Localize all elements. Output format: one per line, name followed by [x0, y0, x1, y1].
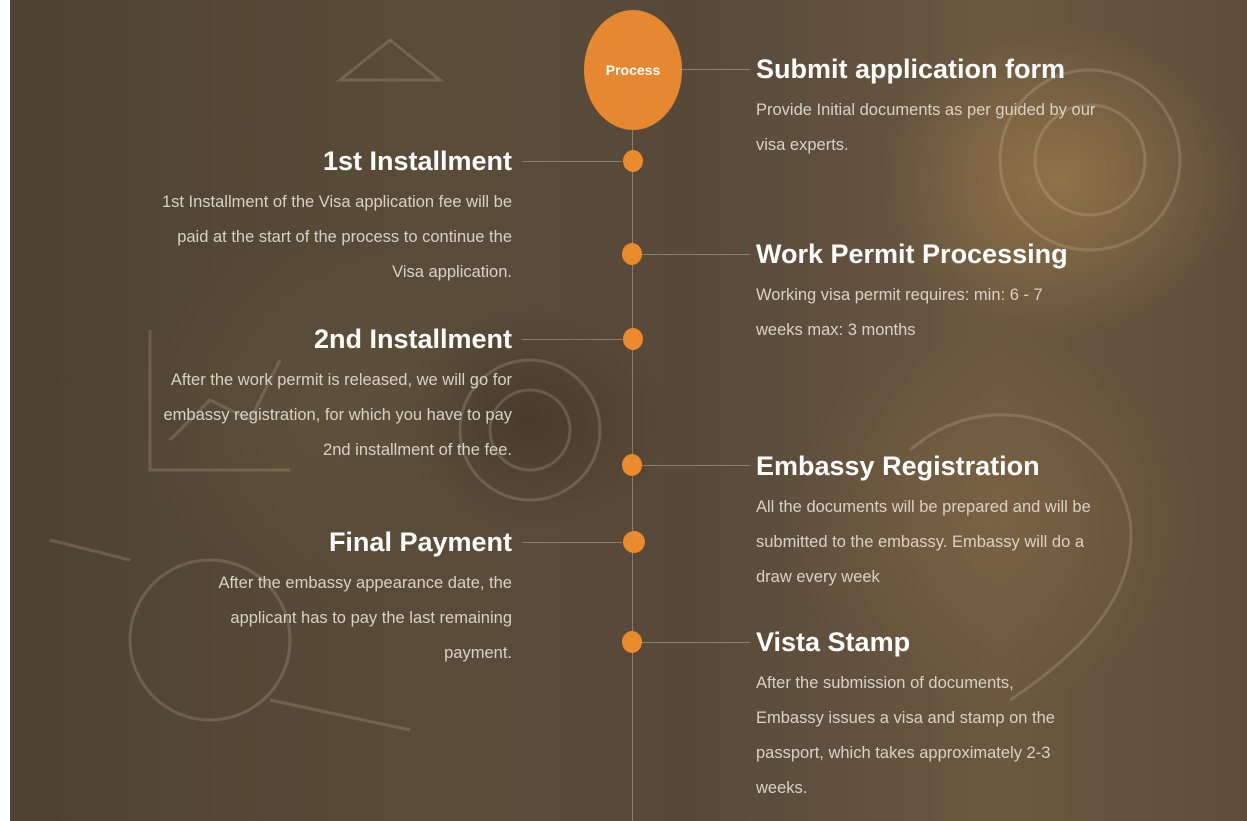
step-title: 1st Installment — [322, 146, 512, 176]
process-badge: Process — [584, 10, 682, 130]
step-title: 2nd Installment — [313, 324, 512, 354]
process-section: Process 1st Installment 1st Installment … — [10, 0, 1247, 821]
timeline-dot — [623, 328, 643, 350]
step-final-payment: Final Payment After the embassy appearan… — [195, 526, 512, 671]
timeline-dot — [622, 243, 642, 265]
step-submit-application: Submit application form Provide Initial … — [756, 53, 1106, 163]
process-badge-label: Process — [605, 62, 661, 78]
step-embassy-registration: Embassy Registration All the documents w… — [756, 450, 1106, 595]
timeline-dot — [623, 150, 643, 172]
connector-right-3 — [642, 465, 750, 466]
step-1st-installment: 1st Installment 1st Installment of the V… — [155, 145, 512, 290]
step-description: 1st Installment of the Visa application … — [161, 193, 512, 281]
step-description: Provide Initial documents as per guided … — [756, 101, 1096, 154]
step-description: All the documents will be prepared and w… — [756, 498, 1091, 586]
connector-right-1 — [682, 69, 750, 70]
step-description: Working visa permit requires: min: 6 - 7… — [756, 286, 1043, 339]
step-title: Final Payment — [328, 527, 512, 557]
step-2nd-installment: 2nd Installment After the work permit is… — [155, 323, 512, 468]
step-title: Work Permit Processing — [756, 239, 1068, 269]
step-title: Vista Stamp — [756, 627, 911, 657]
step-title: Submit application form — [756, 54, 1066, 84]
step-work-permit-processing: Work Permit Processing Working visa perm… — [756, 238, 1086, 348]
connector-left-3 — [522, 542, 622, 543]
step-description: After the embassy appearance date, the a… — [218, 574, 512, 662]
connector-left-2 — [522, 339, 622, 340]
connector-right-4 — [642, 642, 750, 643]
step-description: After the work permit is released, we wi… — [163, 371, 512, 459]
connector-right-2 — [642, 254, 750, 255]
timeline-dot — [622, 454, 642, 476]
connector-left-1 — [522, 161, 622, 162]
timeline-dot — [622, 631, 642, 653]
step-title: Embassy Registration — [756, 451, 1040, 481]
step-description: After the submission of documents, Embas… — [756, 674, 1055, 797]
timeline-dot — [623, 531, 645, 553]
step-vista-stamp: Vista Stamp After the submission of docu… — [756, 626, 1086, 806]
